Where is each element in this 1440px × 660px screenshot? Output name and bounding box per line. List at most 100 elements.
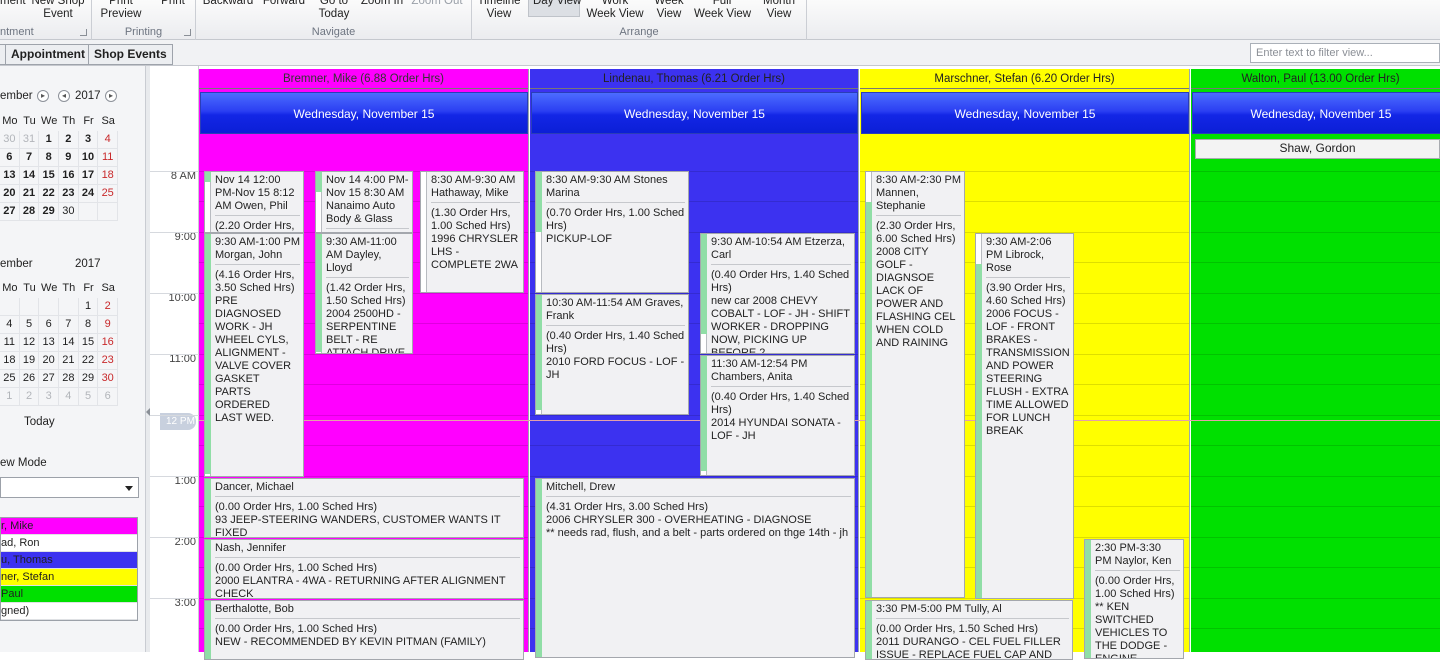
calendar-day[interactable]: 23 xyxy=(59,185,79,203)
calendar-day[interactable]: 16 xyxy=(59,167,79,185)
calendar-day[interactable]: 22 xyxy=(78,352,99,370)
resource-list-item[interactable]: r, Mike xyxy=(1,518,137,535)
calendar-day[interactable]: 7 xyxy=(59,316,79,334)
calendar-day[interactable]: 13 xyxy=(0,167,20,185)
calendar-day[interactable] xyxy=(78,203,99,221)
calendar-day[interactable] xyxy=(59,298,79,316)
calendar-day[interactable]: 29 xyxy=(39,203,60,221)
calendar-day[interactable] xyxy=(98,203,119,221)
calendar-day[interactable] xyxy=(39,298,60,316)
print-preview-button[interactable]: Print Preview xyxy=(96,0,146,21)
print-button[interactable]: Print xyxy=(156,0,190,8)
resource-list[interactable]: r, Mike ad, Ron u, Thomas ner, Stefan Paul gn… xyxy=(0,517,138,621)
calendar-day[interactable]: 11 xyxy=(98,149,119,167)
calendar-day[interactable]: 1 xyxy=(39,131,60,149)
calendar-day[interactable]: 30 xyxy=(0,131,20,149)
calendar-day[interactable]: 24 xyxy=(78,185,99,203)
calendar-day[interactable]: 9 xyxy=(98,316,119,334)
calendar-day[interactable] xyxy=(0,298,20,316)
calendar-day[interactable]: 7 xyxy=(19,149,40,167)
calendar-day[interactable]: 26 xyxy=(19,370,40,388)
date-header[interactable]: Wednesday, November 15 xyxy=(200,92,528,134)
date-header[interactable]: Wednesday, November 15 xyxy=(861,92,1189,134)
calendar-day[interactable]: 10 xyxy=(78,149,99,167)
calendar-day[interactable]: 29 xyxy=(78,370,99,388)
calendar-day[interactable]: 22 xyxy=(39,185,60,203)
calendar-day[interactable]: 31 xyxy=(19,131,40,149)
week-view-button[interactable]: Week View xyxy=(650,0,688,21)
appointment-card[interactable]: 8:30 AM-2:30 PM Mannen, Stephanie (2.30 O… xyxy=(865,171,965,598)
appointment-card[interactable]: 10:30 AM-11:54 AM Graves, Frank (0.40 Ord… xyxy=(535,294,689,415)
calendar-day[interactable]: 16 xyxy=(98,334,119,352)
calendar-day[interactable]: 6 xyxy=(0,149,20,167)
calendar-day[interactable]: 8 xyxy=(39,149,60,167)
calendar-day[interactable]: 14 xyxy=(19,167,40,185)
calendar-day[interactable]: 15 xyxy=(39,167,60,185)
calendar-day[interactable]: 5 xyxy=(78,388,99,406)
calendar-day[interactable]: 3 xyxy=(39,388,60,406)
date-header[interactable]: Wednesday, November 15 xyxy=(531,92,858,134)
resource-list-item[interactable]: ad, Ron xyxy=(1,535,137,552)
dialog-launcher-icon[interactable] xyxy=(184,29,191,36)
month-view-button[interactable]: Month View xyxy=(758,0,800,21)
appointment-card[interactable]: 8:30 AM-9:30 AM Hathaway, Mike (1.30 Orde… xyxy=(420,171,524,293)
zoom-in-button[interactable]: Zoom In xyxy=(360,0,404,8)
prev-year-icon[interactable]: ◂ xyxy=(58,90,70,102)
appointment-card[interactable]: Mitchell, Drew (4.31 Order Hrs, 3.00 Sche… xyxy=(535,478,855,658)
next-year-icon[interactable]: ▸ xyxy=(105,90,117,102)
resource-list-item[interactable]: Paul xyxy=(1,586,137,603)
appointment-card[interactable]: 9:30 AM-2:06 PM Librock, Rose (3.90 Order… xyxy=(975,233,1074,599)
resource-header[interactable]: Bremner, Mike (6.88 Order Hrs) xyxy=(199,69,528,89)
calendar-day[interactable]: 18 xyxy=(0,352,20,370)
appointment-card[interactable]: Nov 14 4:00 PM-Nov 15 8:30 AM Nanaimo Au… xyxy=(315,171,413,233)
calendar-day[interactable]: 30 xyxy=(98,370,119,388)
calendar-day[interactable]: 1 xyxy=(78,298,99,316)
calendar-day[interactable]: 17 xyxy=(78,167,99,185)
calendar-day[interactable]: 30 xyxy=(59,203,79,221)
calendar-day[interactable]: 25 xyxy=(0,370,20,388)
calendar-day[interactable]: 12 xyxy=(19,334,40,352)
resource-header[interactable]: Lindenau, Thomas (6.21 Order Hrs) xyxy=(530,69,858,89)
calendar-day[interactable]: 14 xyxy=(59,334,79,352)
calendar-day[interactable]: 9 xyxy=(59,149,79,167)
calendar-day[interactable]: 20 xyxy=(0,185,20,203)
resource-header[interactable]: Marschner, Stefan (6.20 Order Hrs) xyxy=(860,69,1189,89)
appointment-card[interactable]: 9:30 AM-10:54 AM Etzerza, Carl (0.40 Orde… xyxy=(700,233,855,354)
new-shop-event-button[interactable]: New Shop Event xyxy=(30,0,86,21)
full-week-view-button[interactable]: Full Week View xyxy=(694,0,751,21)
calendar-day[interactable]: 2 xyxy=(98,298,119,316)
view-mode-select[interactable] xyxy=(0,477,139,498)
appointment-card[interactable]: 2:30 PM-3:30 PM Naylor, Ken (0.00 Order H… xyxy=(1084,539,1184,659)
new-appointment-button[interactable]: ment xyxy=(0,0,26,8)
calendar-day[interactable]: 28 xyxy=(59,370,79,388)
appointment-card[interactable]: 8:30 AM-9:30 AM Stones Marina (0.70 Order… xyxy=(535,171,689,293)
calendar-day[interactable]: 28 xyxy=(19,203,40,221)
work-week-view-button[interactable]: Work Week View xyxy=(586,0,644,21)
resource-list-item[interactable]: gned) xyxy=(1,603,137,620)
calendar-day[interactable]: 27 xyxy=(39,370,60,388)
calendar-day[interactable]: 20 xyxy=(39,352,60,370)
calendar-day[interactable]: 2 xyxy=(19,388,40,406)
calendar-day[interactable]: 3 xyxy=(78,131,99,149)
filter-input[interactable]: Enter text to filter view... xyxy=(1250,43,1440,63)
resource-header[interactable]: Walton, Paul (13.00 Order Hrs) xyxy=(1191,69,1440,89)
calendar-day[interactable]: 18 xyxy=(98,167,119,185)
calendar-day[interactable]: 6 xyxy=(98,388,119,406)
day-view-button[interactable]: Day View xyxy=(528,0,581,17)
appointment-card[interactable]: Nov 14 12:00 PM-Nov 15 8:12 AM Owen, Phi… xyxy=(204,171,304,233)
calendar-day[interactable]: 13 xyxy=(39,334,60,352)
appointment-card[interactable]: 3:30 PM-5:00 PM Tully, Al (0.00 Order Hrs… xyxy=(865,600,1073,660)
calendar-day[interactable]: 4 xyxy=(98,131,119,149)
calendar-day[interactable]: 25 xyxy=(98,185,119,203)
backward-button[interactable]: Backward xyxy=(202,0,254,8)
calendar-day[interactable]: 27 xyxy=(0,203,20,221)
today-link[interactable]: Today xyxy=(24,416,55,428)
calendar-day[interactable]: 4 xyxy=(0,316,20,334)
appointment-card[interactable]: 11:30 AM-12:54 PM Chambers, Anita (0.40 O… xyxy=(700,355,855,476)
appointment-card[interactable]: Nash, Jennifer (0.00 Order Hrs, 1.00 Sche… xyxy=(204,539,524,599)
zoom-out-button[interactable]: Zoom Out xyxy=(410,0,464,8)
date-header[interactable]: Wednesday, November 15 xyxy=(1192,92,1440,134)
dialog-launcher-icon[interactable] xyxy=(80,29,87,36)
forward-button[interactable]: Forward xyxy=(260,0,308,8)
appointment-card[interactable]: 9:30 AM-11:00 AM Dayley, Lloyd (1.42 Orde… xyxy=(315,233,413,354)
